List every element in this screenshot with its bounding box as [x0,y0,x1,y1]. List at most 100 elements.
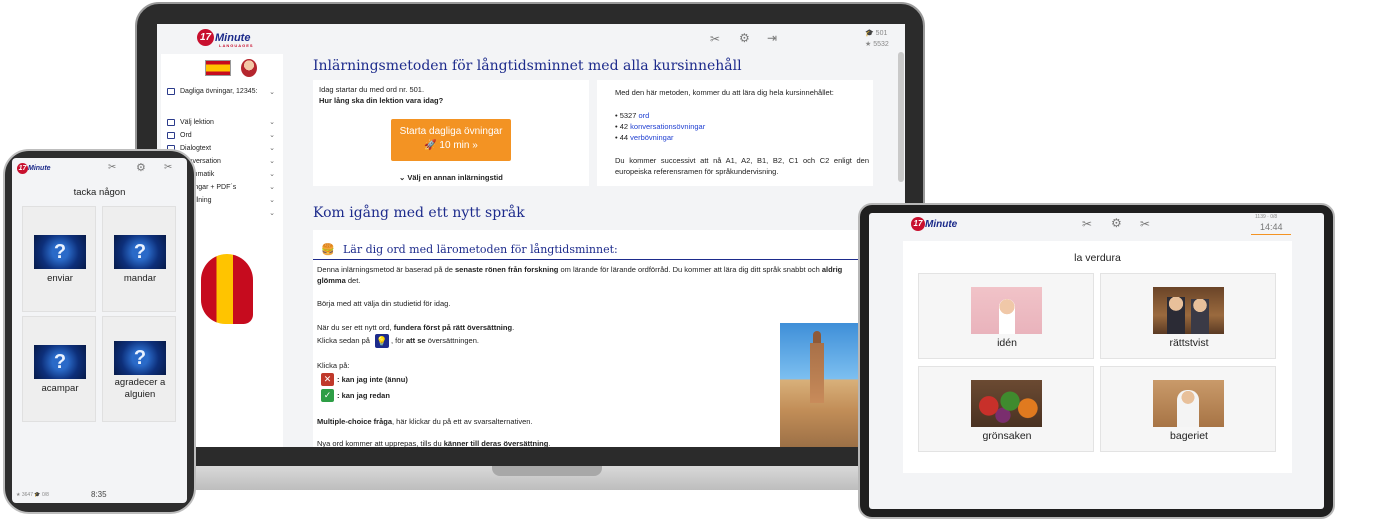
gear-icon[interactable]: ⚙ [136,161,146,174]
mute-icon[interactable]: ✂ [1140,217,1150,231]
know-text: : kan jag redan [337,391,390,400]
lesson-time-card: Idag startar du med ord nr. 501. Hur lån… [313,80,589,186]
words-stat: 🎓 501 [865,30,888,37]
answer-option[interactable]: ? mandar [102,206,176,312]
dont-know-text: : kan jag inte (ännu) [337,375,408,384]
idea-photo [971,287,1042,334]
quiz-panel: la verdura idén rättstvist grönsaken bag… [903,241,1292,473]
question-mark-icon: ? [34,235,86,269]
scrollbar[interactable] [898,52,904,182]
laptop-notch [492,466,602,476]
stats-text: 1139 · 0/8 [1255,214,1278,220]
chevron-down-icon: ⌄ [269,145,275,152]
no-sound-icon[interactable]: ✂ [108,162,116,173]
verb-link[interactable]: verbövningar [630,133,673,142]
option-label: enviar [47,273,73,284]
question-mark-icon: ? [114,235,166,269]
vegetables-photo [971,380,1042,427]
option-label: rättstvist [1169,337,1209,349]
chevron-down-icon: ⌄ [269,197,275,204]
option-label: mandar [123,273,157,284]
main-content: Inlärningsmetoden för långtidsminnet med… [307,54,879,447]
answer-option[interactable]: ? acampar [22,316,96,422]
option-label: agradecer a alguien [114,377,166,400]
see-translation-text: , för att se översättningen. [391,336,479,345]
chevron-down-icon: ⌄ [269,184,275,191]
status-bar: ★ 3647 🎓 0/8 8:35 [12,488,187,503]
option-label: grönsaken [982,430,1032,442]
stats-text: ★ 3647 🎓 0/8 [16,492,49,498]
option-label: acampar [41,383,79,394]
answer-option[interactable]: grönsaken [918,366,1094,452]
verb-count-item: • 44 verbövningar [615,133,674,142]
start-daily-button[interactable]: Starta dagliga övningar 🚀 10 min » [391,119,511,161]
answer-option[interactable]: rättstvist [1100,273,1276,359]
words-icon [167,131,175,139]
check-icon: ✓ [321,389,334,402]
start-word-text: Idag startar du med ord nr. 501. [319,85,425,94]
logo[interactable]: 17 Minute [911,217,957,231]
click-bulb-text: Klicka sedan på [317,336,370,345]
no-sound-icon[interactable]: ✂ [1082,217,1092,231]
option-label: idén [997,337,1017,349]
laptop-screen: 17 Minute LANGUAGES ✂ ⚙ ⇥ 🎓 501 ★ 5532 D… [157,24,905,447]
answer-option[interactable]: ? enviar [22,206,96,312]
gear-icon[interactable]: ⚙ [739,31,750,45]
question-mark-icon: ? [34,345,86,379]
lesson-intro: Denna inlärningsmetod är baserad på de s… [317,265,843,285]
question-mark-icon: ? [114,341,166,375]
lightbulb-icon: 💡 [375,334,389,348]
chevron-down-icon: ⌄ [269,158,275,165]
spanish-flag[interactable] [205,60,231,76]
sidebar-item-dialog[interactable]: Dialogtext ⌄ [167,144,275,152]
tower [810,343,824,403]
no-sound-icon[interactable]: ✂ [710,32,720,46]
answer-option[interactable]: bageriet [1100,366,1276,452]
lesson-length-question: Hur lång ska din lektion vara idag? [319,96,444,105]
list-icon [167,118,175,126]
sidebar-item-words[interactable]: Ord ⌄ [167,131,275,139]
answer-option[interactable]: ? agradecer a alguien [102,316,176,422]
phone-screen: 17 Minute ✂ ⚙ ✂ tacka någon ? enviar ? m… [12,158,187,503]
stars-stat: ★ 5532 [865,41,889,48]
chevron-down-icon: ⌄ [269,210,275,217]
answer-option[interactable]: idén [918,273,1094,359]
avatar[interactable] [241,59,257,77]
start-button-time: 🚀 10 min » [424,140,478,151]
lawsuit-photo [1153,287,1224,334]
multiple-choice-text: Multiple-choice fråga, här klickar du på… [317,417,533,426]
timer: 14:44 [1260,222,1283,232]
conversation-link[interactable]: konversationsövningar [630,122,705,131]
start-button-label: Starta dagliga övningar [399,126,503,137]
logo[interactable]: 17 Minute LANGUAGES [197,29,253,48]
option-label: bageriet [1170,430,1208,442]
course-content-card: Med den här metoden, kommer du att lära … [597,80,873,186]
choose-other-time-link[interactable]: ⌄ Välj en annan inlärningstid [399,172,503,183]
chevron-down-icon: ⌄ [269,119,275,126]
click-on-text: Klicka på: [317,361,350,370]
logo[interactable]: 17 Minute [17,163,51,174]
new-word-text: När du ser ett nytt ord, fundera först p… [317,323,515,332]
sidebar-item-lesson[interactable]: Välj lektion ⌄ [167,118,275,126]
sidebar-item-daily[interactable]: Dagliga övningar, 12345: ⌄ [167,88,275,96]
progress-bar [1251,234,1291,235]
choose-time-text: Börja med att välja din studietid för id… [317,299,451,308]
question-prompt: la verdura [1074,252,1121,264]
top-bar: 17 Minute LANGUAGES ✂ ⚙ ⇥ 🎓 501 ★ 5532 [157,24,905,54]
gear-icon[interactable]: ⚙ [1111,216,1122,230]
words-count-item: • 5327 ord [615,111,650,120]
burger-icon: 🍔 [321,244,335,256]
words-link[interactable]: ord [639,111,650,120]
device-mockup-stage: 17 Minute LANGUAGES ✂ ⚙ ⇥ 🎓 501 ★ 5532 D… [0,0,1400,532]
mute-icon[interactable]: ✂ [164,162,172,173]
bakery-photo [1153,380,1224,427]
chevron-down-icon: ⌄ [269,132,275,139]
lesson-heading: Lär dig ord med lärometoden för långtids… [343,243,618,256]
chevron-down-icon: ⌄ [269,171,275,178]
spanish-head-illustration [201,254,253,324]
course-intro-text: Med den här metoden, kommer du att lära … [615,88,834,97]
daily-icon [167,88,175,95]
logout-icon[interactable]: ⇥ [767,31,777,45]
question-prompt: tacka någon [73,187,126,198]
page-title: Inlärningsmetoden för långtidsminnet med… [313,58,742,74]
